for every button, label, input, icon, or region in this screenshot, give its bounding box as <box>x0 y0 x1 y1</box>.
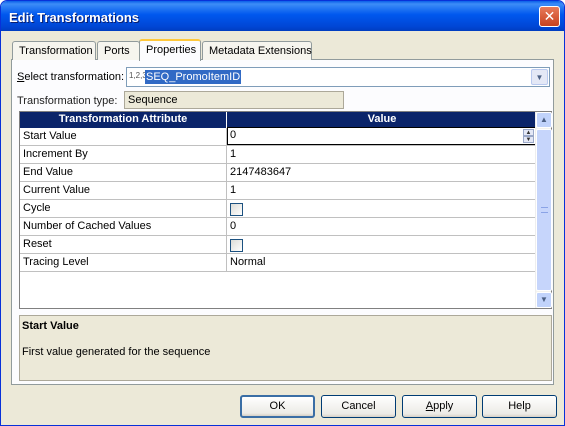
grid-vertical-scrollbar[interactable]: ▲ ▼ <box>535 112 552 308</box>
title-bar[interactable]: Edit Transformations ✕ <box>1 1 564 31</box>
column-header-value[interactable]: Value <box>227 112 537 128</box>
value-cell[interactable]: 0 <box>227 218 537 235</box>
edit-transformations-dialog: Edit Transformations ✕ Transformation Po… <box>0 0 565 426</box>
table-row[interactable]: Number of Cached Values 0 <box>20 218 537 236</box>
attribute-cell: Current Value <box>20 182 227 199</box>
attribute-cell: Reset <box>20 236 227 253</box>
window-title: Edit Transformations <box>9 10 140 25</box>
attribute-cell: Number of Cached Values <box>20 218 227 235</box>
table-row[interactable]: Increment By 1 <box>20 146 537 164</box>
attribute-cell: End Value <box>20 164 227 181</box>
reset-checkbox[interactable] <box>230 239 243 252</box>
value-cell <box>227 236 537 253</box>
cancel-button[interactable]: Cancel <box>321 395 396 418</box>
scroll-down-icon[interactable]: ▼ <box>536 292 552 308</box>
start-value-spinner[interactable]: ▲ ▼ <box>523 129 534 143</box>
value-cell <box>227 200 537 217</box>
help-button[interactable]: Help <box>482 395 557 418</box>
attribute-cell: Tracing Level <box>20 254 227 271</box>
table-row[interactable]: Reset <box>20 236 537 254</box>
select-transformation-label: Select transformation: <box>17 71 124 83</box>
apply-button[interactable]: Apply <box>402 395 477 418</box>
table-row[interactable]: Cycle <box>20 200 537 218</box>
attribute-cell: Increment By <box>20 146 227 163</box>
transformation-type-label: Transformation type: <box>17 95 118 107</box>
description-title: Start Value <box>22 320 79 332</box>
transformation-type-value: Sequence <box>124 91 344 109</box>
column-header-attribute[interactable]: Transformation Attribute <box>20 112 227 128</box>
cycle-checkbox[interactable] <box>230 203 243 216</box>
start-value-input[interactable]: 0 ▲ ▼ <box>227 127 537 145</box>
dropdown-arrow-icon[interactable]: ▼ <box>531 69 548 85</box>
tab-metadata-extensions[interactable]: Metadata Extensions <box>202 41 312 60</box>
close-button[interactable]: ✕ <box>539 6 560 27</box>
value-cell[interactable]: Normal <box>227 254 537 271</box>
description-text: First value generated for the sequence <box>22 346 211 358</box>
table-row[interactable]: End Value 2147483647 <box>20 164 537 182</box>
table-row[interactable]: Current Value 1 <box>20 182 537 200</box>
properties-grid: Transformation Attribute Value Start Val… <box>19 111 552 309</box>
table-row[interactable]: Tracing Level Normal <box>20 254 537 272</box>
selected-transformation-value: SEQ_PromoItemID <box>145 70 242 84</box>
description-panel: Start Value First value generated for th… <box>19 315 552 381</box>
value-cell[interactable]: 2147483647 <box>227 164 537 181</box>
attribute-cell: Start Value <box>20 128 227 145</box>
tab-properties[interactable]: Properties <box>139 39 201 61</box>
scroll-up-icon[interactable]: ▲ <box>536 112 552 128</box>
select-transformation-combobox[interactable]: 1,2,3 SEQ_PromoItemID ▼ <box>126 67 550 87</box>
start-value-text: 0 <box>230 129 237 141</box>
value-cell[interactable]: 1 <box>227 146 537 163</box>
spin-up-icon[interactable]: ▲ <box>523 129 534 136</box>
grid-header: Transformation Attribute Value <box>20 112 537 128</box>
grip-icon <box>541 207 548 213</box>
attribute-cell: Cycle <box>20 200 227 217</box>
tab-ports[interactable]: Ports <box>97 41 140 60</box>
scroll-thumb[interactable] <box>536 129 552 291</box>
table-row[interactable]: Start Value 0 ▲ ▼ <box>20 127 537 146</box>
value-cell[interactable]: 1 <box>227 182 537 199</box>
ok-button[interactable]: OK <box>240 395 315 418</box>
tab-transformation[interactable]: Transformation <box>12 41 96 60</box>
spin-down-icon[interactable]: ▼ <box>523 136 534 143</box>
